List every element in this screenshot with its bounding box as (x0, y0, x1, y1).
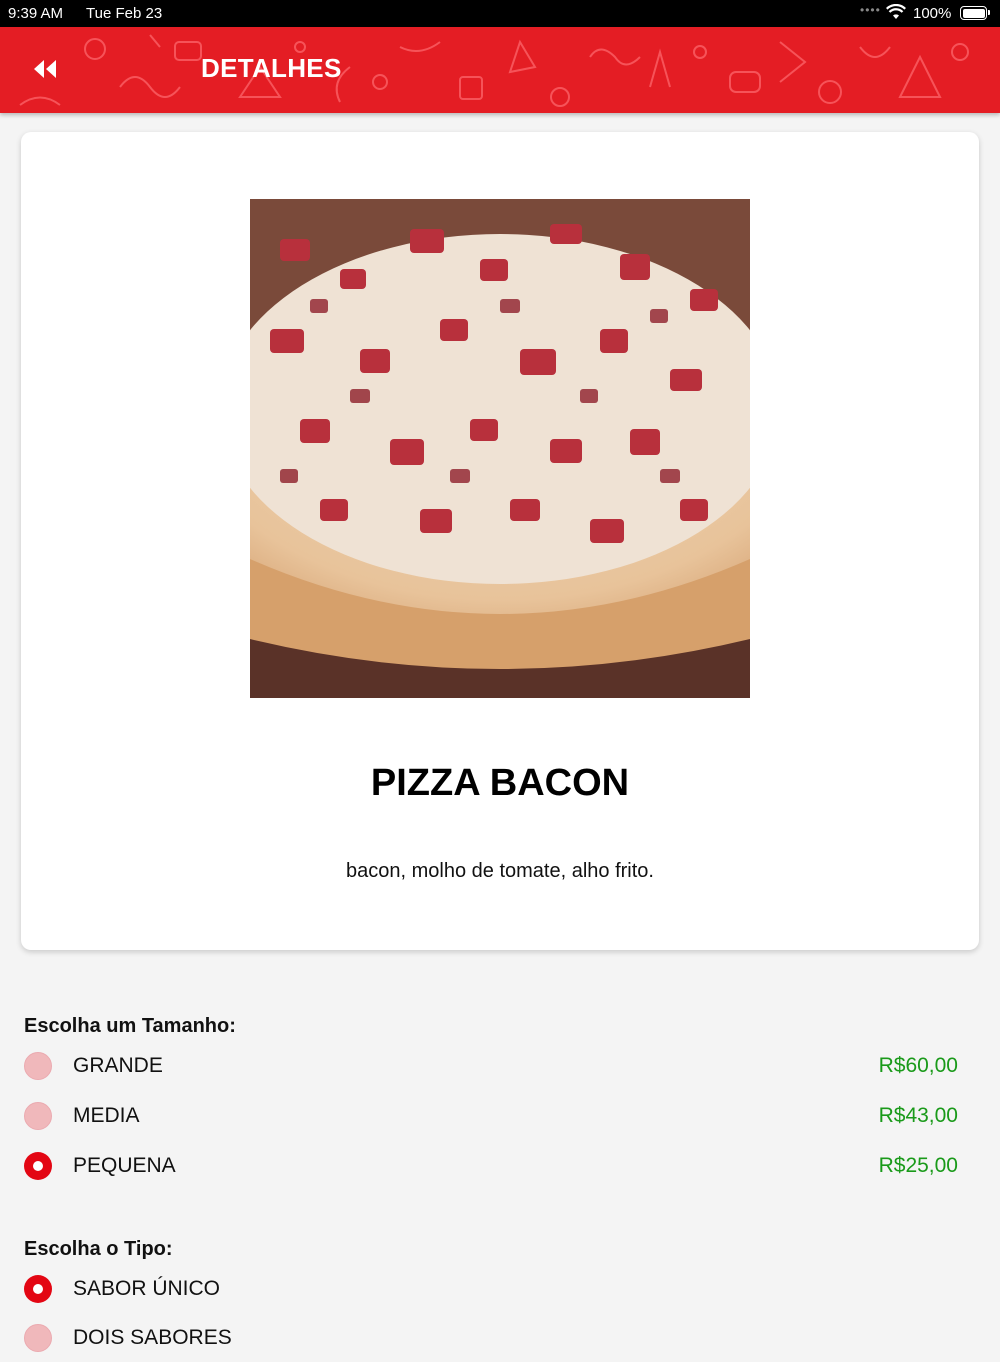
status-time: 9:39 AM (8, 5, 64, 22)
status-bar: 9:39 AM Tue Feb 23 •••• 100% (0, 0, 1000, 27)
size-option-price: R$43,00 (878, 1104, 958, 1127)
signal-icon: •••• (860, 3, 881, 17)
type-option-dois-sabores[interactable]: DOIS SABORES (0, 1318, 1000, 1362)
app-header: DETALHES (0, 27, 1000, 113)
type-section-title: Escolha o Tipo: (24, 1238, 173, 1260)
type-option-sabor-unico[interactable]: SABOR ÚNICO (0, 1269, 1000, 1313)
size-option-grande[interactable]: GRANDE R$60,00 (0, 1046, 1000, 1090)
double-chevron-left-icon (34, 60, 56, 78)
size-option-pequena[interactable]: PEQUENA R$25,00 (0, 1146, 1000, 1190)
radio-unselected-icon[interactable] (24, 1102, 52, 1130)
status-date: Tue Feb 23 (86, 5, 163, 22)
size-option-media[interactable]: MEDIA R$43,00 (0, 1096, 1000, 1140)
size-option-label: GRANDE (73, 1054, 163, 1077)
size-option-label: MEDIA (73, 1104, 140, 1127)
radio-unselected-icon[interactable] (24, 1052, 52, 1080)
size-option-label: PEQUENA (73, 1154, 176, 1177)
product-name: PIZZA BACON (370, 762, 630, 804)
size-option-price: R$25,00 (878, 1154, 958, 1177)
size-section-title: Escolha um Tamanho: (24, 1015, 236, 1037)
page-title: DETALHES (201, 53, 342, 83)
type-option-label: DOIS SABORES (73, 1326, 232, 1349)
battery-percentage: 100% (913, 5, 952, 22)
product-description: bacon, molho de tomate, alho frito. (346, 860, 654, 882)
battery-icon (960, 6, 990, 20)
wifi-icon (886, 3, 906, 24)
size-option-price: R$60,00 (878, 1054, 958, 1077)
product-photo (250, 199, 750, 698)
food-pattern-background (19, 34, 969, 107)
product-card: PIZZA BACON bacon, molho de tomate, alho… (21, 132, 979, 950)
radio-selected-icon[interactable] (24, 1275, 52, 1303)
radio-unselected-icon[interactable] (24, 1324, 52, 1352)
radio-selected-icon[interactable] (24, 1152, 52, 1180)
type-option-label: SABOR ÚNICO (73, 1277, 221, 1300)
back-button[interactable] (22, 49, 68, 89)
